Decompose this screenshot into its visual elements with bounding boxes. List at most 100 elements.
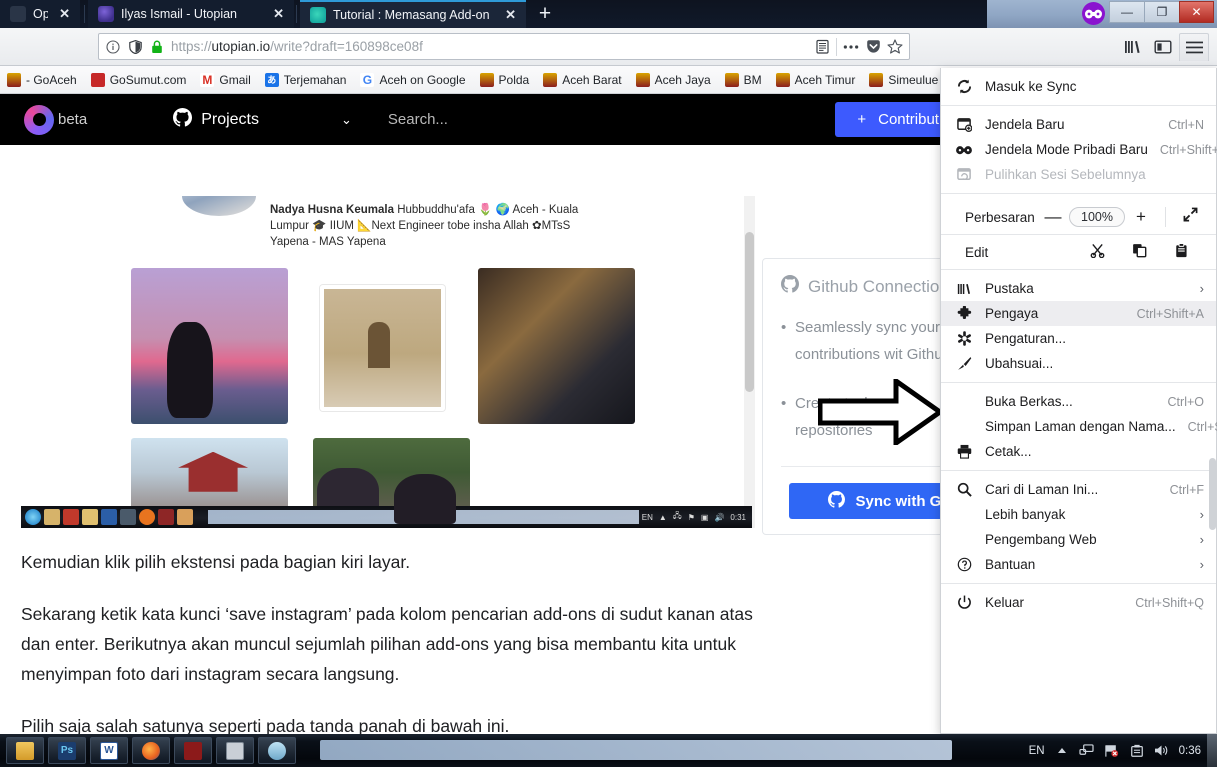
zoom-level-value[interactable]: 100% [1069, 207, 1125, 227]
bookmark-item[interactable]: Aceh Barat [536, 72, 628, 87]
close-icon[interactable]: ✕ [55, 6, 74, 22]
zoom-out-button[interactable]: — [1037, 207, 1069, 227]
scrollbar-thumb[interactable] [745, 232, 754, 392]
library-icon[interactable] [1119, 34, 1147, 60]
taskbar-photoshop-button[interactable]: Ps [48, 737, 86, 764]
url-bar[interactable]: https://utopian.io/write?draft=160898ce0… [98, 33, 910, 60]
chevron-right-icon: › [1199, 507, 1204, 522]
fullscreen-icon[interactable] [1174, 207, 1206, 227]
close-icon[interactable]: ✕ [269, 6, 288, 22]
page-actions-icon[interactable] [843, 39, 859, 55]
menu-item-sync[interactable]: Masuk ke Sync [941, 73, 1216, 99]
network-icon[interactable]: 🖧 [673, 510, 682, 524]
bookmark-star-icon[interactable] [887, 39, 903, 55]
taskbar-explorer-button[interactable] [6, 737, 44, 764]
tray-arrow-icon[interactable]: ▲ [659, 513, 667, 522]
bookmark-item[interactable]: - GoAceh [0, 72, 84, 87]
menu-item-help[interactable]: Bantuan › [941, 552, 1216, 577]
taskbar-paint-button[interactable] [258, 737, 296, 764]
photo-thumbnail[interactable] [478, 268, 635, 424]
menu-item-addons[interactable]: Pengaya Ctrl+Shift+A [941, 301, 1216, 326]
inner-scrollbar[interactable] [744, 196, 755, 528]
menu-scrollbar[interactable] [1209, 458, 1216, 530]
divider [941, 193, 1216, 194]
chevron-down-icon[interactable]: ⌄ [341, 112, 352, 128]
zoom-in-button[interactable]: + [1125, 207, 1157, 227]
maximize-button[interactable]: ❐ [1144, 1, 1179, 23]
bookmark-item[interactable]: Aceh Timur [769, 72, 863, 87]
photo-thumbnail[interactable] [131, 268, 288, 424]
menu-item-open-file[interactable]: Buka Berkas... Ctrl+O [941, 389, 1216, 414]
photo-thumbnail[interactable] [320, 285, 445, 411]
bookmark-item[interactable]: Polda [473, 72, 537, 87]
tray-clock[interactable]: 0:36 [1179, 745, 1201, 757]
taskbar-app-icon[interactable] [101, 509, 117, 525]
reader-view-icon[interactable] [814, 39, 830, 55]
taskbar-window-strip[interactable] [320, 740, 952, 760]
pocket-icon[interactable] [865, 39, 881, 55]
sidebar-icon[interactable] [1149, 34, 1177, 60]
taskbar-firefox-button[interactable] [132, 737, 170, 764]
close-icon[interactable]: ✕ [501, 7, 520, 23]
taskbar-app-icon[interactable] [44, 509, 60, 525]
brush-icon [955, 356, 973, 371]
bookmark-item[interactable]: M Gmail [193, 72, 257, 87]
firefox-icon[interactable] [139, 509, 155, 525]
network-icon[interactable] [1079, 743, 1095, 759]
action-center-icon[interactable]: ▣ [701, 513, 709, 522]
browser-tab-0[interactable]: Open Sou ✕ [0, 0, 80, 28]
menu-item-save-page-as[interactable]: Simpan Laman dengan Nama... Ctrl+S [941, 414, 1217, 439]
nav-projects[interactable]: Projects [173, 107, 259, 132]
taskbar-word-button[interactable]: W [90, 737, 128, 764]
flag-icon[interactable]: ⚑ [688, 513, 695, 522]
minimize-button[interactable]: — [1109, 1, 1144, 23]
bookmark-item[interactable]: BM [718, 72, 769, 87]
menu-item-new-window[interactable]: Jendela Baru Ctrl+N [941, 112, 1216, 137]
new-tab-button[interactable]: + [530, 2, 560, 26]
bookmark-item[interactable]: GoSumut.com [84, 72, 194, 87]
show-hidden-icon[interactable] [1054, 743, 1070, 759]
taskbar-app-button[interactable] [174, 737, 212, 764]
start-button-icon[interactable] [25, 509, 41, 525]
browser-tab-2[interactable]: Tutorial : Memasang Add-on P ✕ [300, 0, 526, 28]
bookmark-item[interactable]: G Aceh on Google [353, 72, 472, 87]
action-center-icon[interactable] [1129, 743, 1145, 759]
bookmark-item[interactable]: あ Terjemahan [258, 72, 354, 87]
utopian-logo[interactable]: beta [24, 104, 87, 135]
flag-warning-icon[interactable] [1104, 743, 1120, 759]
menu-item-quit[interactable]: Keluar Ctrl+Shift+Q [941, 590, 1216, 615]
edit-label: Edit [965, 244, 989, 260]
menu-item-library[interactable]: Pustaka › [941, 276, 1216, 301]
lock-icon[interactable] [149, 39, 165, 55]
hamburger-menu-icon[interactable] [1179, 33, 1209, 61]
menu-item-web-developer[interactable]: Pengembang Web › [941, 527, 1216, 552]
search-input[interactable]: Search... [388, 111, 448, 128]
taskbar-app-icon[interactable] [177, 509, 193, 525]
paste-icon[interactable] [1160, 243, 1202, 261]
menu-item-settings[interactable]: Pengaturan... [941, 326, 1216, 351]
taskbar-app-icon[interactable] [82, 509, 98, 525]
copy-icon[interactable] [1118, 243, 1160, 261]
url-text[interactable]: https://utopian.io/write?draft=160898ce0… [171, 39, 808, 54]
volume-icon[interactable]: 🔊 [714, 513, 724, 522]
bookmark-item[interactable]: Simeulue [862, 72, 945, 87]
scissors-icon[interactable] [1076, 243, 1118, 261]
taskbar-app-button[interactable] [216, 737, 254, 764]
menu-item-private-window[interactable]: Jendela Mode Pribadi Baru Ctrl+Shift+P [941, 137, 1217, 162]
menu-item-print[interactable]: Cetak... [941, 439, 1216, 464]
taskbar-app-icon[interactable] [120, 509, 136, 525]
show-desktop-button[interactable] [1207, 734, 1217, 767]
browser-tab-1[interactable]: Ilyas Ismail - Utopian ✕ [88, 0, 294, 28]
shield-icon[interactable] [127, 39, 143, 55]
bookmark-item[interactable]: Aceh Jaya [629, 72, 718, 87]
close-window-button[interactable]: ✕ [1179, 1, 1214, 23]
taskbar-app-icon[interactable] [158, 509, 174, 525]
info-icon[interactable] [105, 39, 121, 55]
window-controls: — ❐ ✕ [1109, 1, 1214, 24]
menu-item-find-in-page[interactable]: Cari di Laman Ini... Ctrl+F [941, 477, 1216, 502]
taskbar-app-icon[interactable] [63, 509, 79, 525]
tray-language[interactable]: EN [1029, 745, 1045, 757]
volume-icon[interactable] [1154, 743, 1170, 759]
menu-item-customize[interactable]: Ubahsuai... [941, 351, 1216, 376]
menu-item-more[interactable]: Lebih banyak › [941, 502, 1216, 527]
